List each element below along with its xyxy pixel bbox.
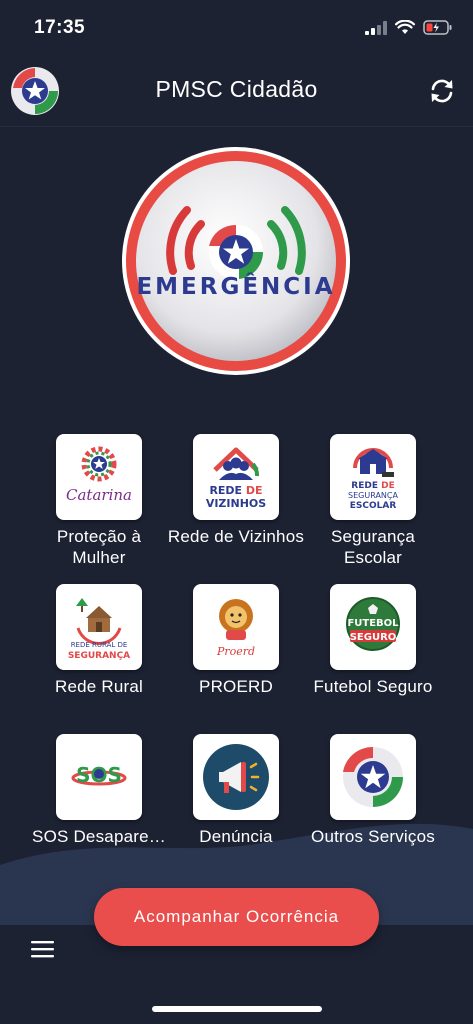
svg-text:SEGURANÇA: SEGURANÇA — [348, 491, 398, 500]
svg-text:FUTEBOL: FUTEBOL — [347, 618, 399, 629]
menu-button[interactable] — [30, 938, 56, 960]
service-tile-denuncia[interactable]: Denúncia — [166, 734, 306, 847]
svg-text:REDE DE: REDE DE — [351, 481, 394, 491]
home-indicator[interactable] — [152, 1006, 322, 1012]
service-label: Segurança Escolar — [330, 527, 416, 567]
refresh-button[interactable] — [427, 76, 457, 106]
svg-text:Proerd: Proerd — [216, 645, 255, 658]
svg-text:REDE DE: REDE DE — [209, 484, 262, 497]
sos-desaparecidos-icon: SOS — [56, 734, 142, 820]
svg-text:ESCOLAR: ESCOLAR — [350, 501, 397, 511]
pmsc-star-logo-icon — [330, 734, 416, 820]
service-label: Rede de Vizinhos — [167, 527, 305, 546]
futebol-seguro-icon: FUTEBOL SEGURO — [330, 584, 416, 670]
service-label: Futebol Seguro — [313, 677, 433, 696]
service-tile-outros-servicos[interactable]: Outros Serviços — [303, 734, 443, 847]
svg-text:VIZINHOS: VIZINHOS — [206, 497, 266, 510]
battery-icon — [423, 20, 452, 35]
status-icons — [365, 20, 453, 35]
service-tile-proerd[interactable]: Proerd PROERD — [166, 584, 306, 697]
rede-seguranca-escolar-icon: REDE DE SEGURANÇA ESCOLAR — [330, 434, 416, 520]
service-tile-sos-desaparecidos[interactable]: SOS SOS Desapare… — [29, 734, 169, 847]
service-tile-protecao-mulher[interactable]: Catarina Proteção à Mulher — [29, 434, 169, 568]
service-tile-rede-rural[interactable]: REDE RURAL DE SEGURANÇA Rede Rural — [29, 584, 169, 697]
status-bar: 17:35 — [0, 0, 473, 56]
service-label: SOS Desapare… — [32, 827, 166, 846]
emergency-button[interactable]: EMERGÊNCIA — [121, 146, 351, 376]
service-label: Outros Serviços — [311, 827, 435, 846]
service-label: Denúncia — [199, 827, 273, 846]
rede-catarina-icon: Catarina — [56, 434, 142, 520]
service-label: Proteção à Mulher — [56, 527, 142, 567]
app-header: PMSC Cidadão — [0, 56, 473, 126]
service-label: Rede Rural — [55, 677, 143, 696]
rede-de-vizinhos-icon: REDE DE VIZINHOS — [193, 434, 279, 520]
svg-text:SEGURANÇA: SEGURANÇA — [68, 651, 130, 661]
hamburger-menu-icon — [31, 941, 54, 958]
service-tile-futebol-seguro[interactable]: FUTEBOL SEGURO Futebol Seguro — [303, 584, 443, 697]
status-time: 17:35 — [34, 17, 86, 38]
proerd-lion-icon: Proerd — [193, 584, 279, 670]
acompanhar-ocorrencia-button[interactable]: Acompanhar Ocorrência — [94, 888, 379, 946]
svg-text:REDE RURAL DE: REDE RURAL DE — [71, 641, 128, 649]
service-tile-rede-vizinhos[interactable]: REDE DE VIZINHOS Rede de Vizinhos — [166, 434, 306, 547]
header-divider — [0, 126, 473, 127]
rede-rural-icon: REDE RURAL DE SEGURANÇA — [56, 584, 142, 670]
rede-catarina-icon-text: Catarina — [66, 486, 132, 504]
cellular-signal-icon — [365, 20, 387, 35]
service-label: PROERD — [199, 677, 273, 696]
megaphone-icon — [193, 734, 279, 820]
refresh-icon — [431, 79, 453, 103]
emergency-label: EMERGÊNCIA — [136, 272, 335, 300]
svg-text:SEGURO: SEGURO — [350, 632, 397, 643]
page-title: PMSC Cidadão — [155, 76, 318, 102]
wifi-icon — [395, 20, 415, 34]
service-tile-seguranca-escolar[interactable]: REDE DE SEGURANÇA ESCOLAR Segurança Esco… — [303, 434, 443, 568]
